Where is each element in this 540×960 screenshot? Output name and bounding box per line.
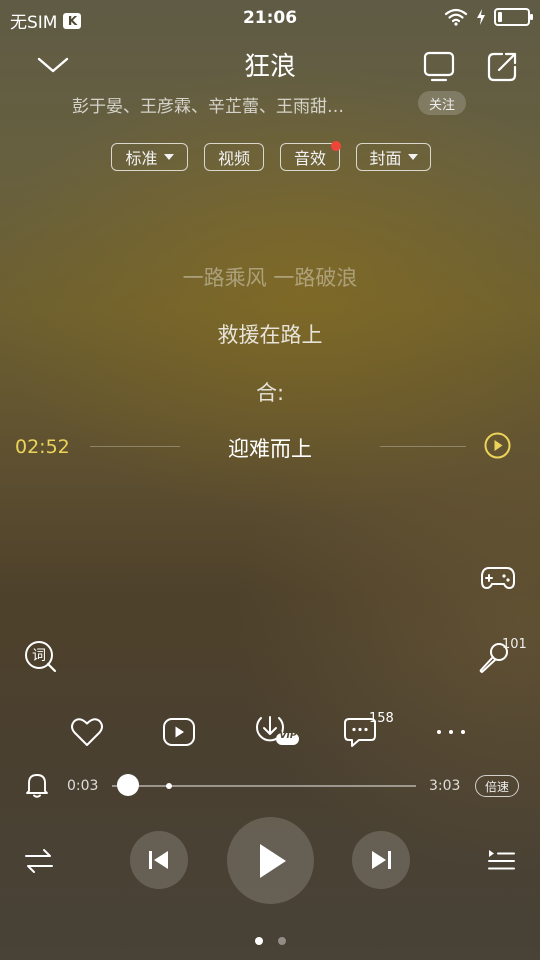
caret-down-icon bbox=[163, 154, 174, 160]
current-lyric-line[interactable]: 迎难而上 bbox=[0, 433, 540, 463]
wifi-icon bbox=[444, 8, 468, 26]
divider bbox=[380, 446, 466, 447]
tv-icon[interactable] bbox=[422, 50, 456, 84]
new-badge-dot bbox=[331, 141, 341, 151]
next-icon bbox=[369, 849, 393, 871]
quality-label: 标准 bbox=[125, 149, 158, 168]
gamepad-icon[interactable] bbox=[480, 562, 516, 592]
video-button[interactable]: 视频 bbox=[204, 143, 264, 171]
artist-names[interactable]: 彭于晏、王彦霖、辛芷蕾、王雨甜… bbox=[72, 92, 344, 117]
play-icon bbox=[254, 842, 288, 880]
charging-icon bbox=[476, 9, 486, 25]
follow-button[interactable]: 关注 bbox=[418, 91, 466, 115]
cover-label: 封面 bbox=[369, 149, 402, 168]
cover-select[interactable]: 封面 bbox=[356, 143, 431, 171]
quality-select[interactable]: 标准 bbox=[111, 143, 188, 171]
playlist-icon[interactable] bbox=[486, 846, 516, 876]
comment-count: 158 bbox=[369, 711, 394, 726]
lyrics-icon[interactable]: 词 bbox=[24, 639, 58, 673]
total-time: 3:03 bbox=[429, 778, 461, 794]
previous-button[interactable] bbox=[130, 831, 188, 889]
progress-buffer-marker bbox=[166, 783, 172, 789]
page-dot[interactable] bbox=[277, 937, 286, 945]
vip-badge: VIP bbox=[279, 731, 297, 741]
sing-count: 101 bbox=[502, 637, 527, 652]
svg-text:词: 词 bbox=[32, 648, 46, 664]
lyric-seek-play-icon[interactable] bbox=[484, 432, 511, 459]
share-icon[interactable] bbox=[485, 50, 519, 84]
video-play-icon[interactable] bbox=[162, 717, 196, 747]
more-icon[interactable] bbox=[434, 724, 468, 740]
lyric-line[interactable]: 合: bbox=[0, 377, 540, 407]
next-button[interactable] bbox=[352, 831, 410, 889]
song-title: 狂浪 bbox=[243, 52, 296, 82]
elapsed-time: 0:03 bbox=[67, 778, 99, 794]
progress-handle[interactable] bbox=[117, 774, 139, 796]
lyric-line[interactable]: 一路乘风 一路破浪 bbox=[0, 262, 540, 292]
status-right bbox=[444, 8, 533, 26]
lyric-line[interactable]: 救援在路上 bbox=[0, 319, 540, 349]
progress-track[interactable] bbox=[112, 785, 416, 787]
playback-speed-button[interactable]: 倍速 bbox=[475, 775, 519, 797]
caret-down-icon bbox=[407, 154, 418, 160]
shuffle-icon[interactable] bbox=[24, 846, 54, 876]
page-indicator bbox=[0, 937, 540, 945]
bell-icon[interactable] bbox=[25, 772, 49, 798]
previous-icon bbox=[147, 849, 171, 871]
battery-icon bbox=[494, 8, 533, 26]
status-bar: 无SIM K 21:06 bbox=[0, 0, 540, 38]
heart-icon[interactable] bbox=[70, 716, 104, 748]
play-button[interactable] bbox=[227, 817, 314, 904]
page-dot-active[interactable] bbox=[254, 937, 263, 945]
